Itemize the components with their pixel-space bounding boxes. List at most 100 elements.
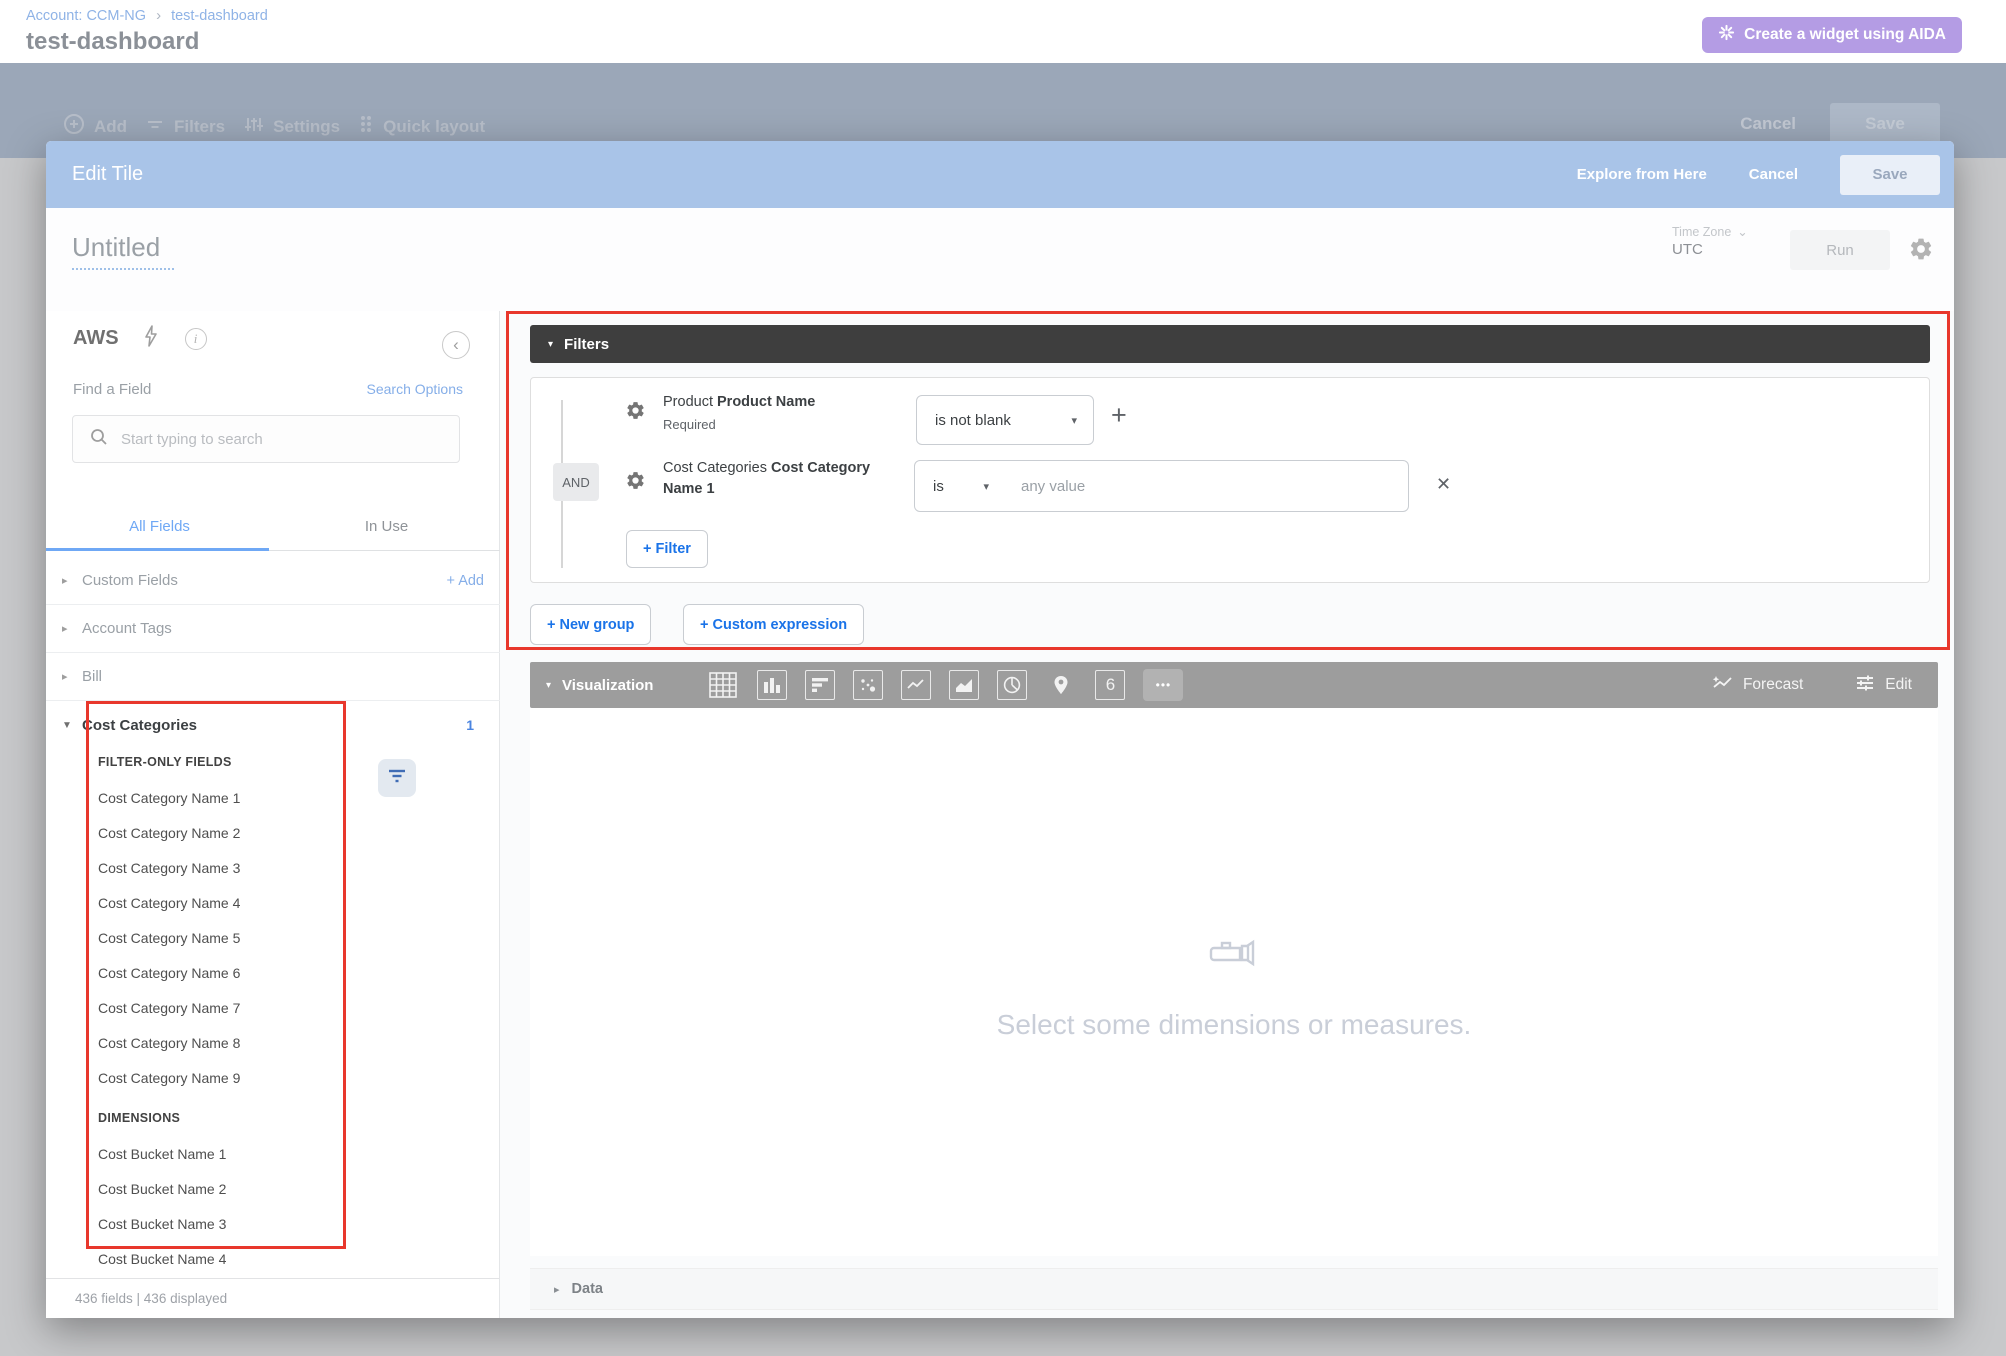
section-label: Bill: [82, 668, 102, 685]
filter-required-note: Required: [663, 415, 815, 435]
logic-and-chip[interactable]: AND: [553, 463, 599, 501]
caret-right-icon: ▸: [554, 1283, 560, 1296]
field-item[interactable]: Cost Bucket Name 1: [98, 1137, 348, 1172]
collapse-sidebar-button[interactable]: ‹: [442, 331, 470, 359]
toolbar-add-label: Add: [94, 117, 127, 137]
modal-title: Edit Tile: [72, 163, 143, 186]
dimension-field-list: Cost Bucket Name 1Cost Bucket Name 2Cost…: [98, 1137, 348, 1277]
dashboard-cancel-button[interactable]: Cancel: [1740, 114, 1796, 134]
bar-chart-viz-icon[interactable]: [805, 670, 835, 700]
add-filter-button[interactable]: + Filter: [626, 530, 708, 568]
toolbar-filters-label: Filters: [174, 117, 225, 137]
sidebar-section-bill[interactable]: ▸ Bill: [46, 653, 500, 701]
caret-down-icon: ▾: [548, 339, 553, 350]
caret-down-icon: ▼: [62, 720, 72, 731]
tab-all-fields[interactable]: All Fields: [46, 501, 273, 551]
dashboard-save-button[interactable]: Save: [1830, 103, 1940, 145]
timezone-selector[interactable]: Time Zone ⌄ UTC: [1672, 224, 1748, 258]
operator-dropdown-is-not-blank[interactable]: is not blank ▾: [916, 395, 1094, 445]
toolbar-settings-label: Settings: [273, 117, 340, 137]
field-item[interactable]: Cost Bucket Name 2: [98, 1172, 348, 1207]
forecast-label: Forecast: [1743, 676, 1803, 694]
run-button[interactable]: Run: [1790, 230, 1890, 270]
data-header-label: Data: [572, 1281, 603, 1297]
field-item[interactable]: Cost Category Name 6: [98, 956, 348, 991]
scatter-plot-viz-icon[interactable]: [853, 670, 883, 700]
sidebar-tabs: All Fields In Use: [46, 501, 500, 551]
field-item[interactable]: Cost Category Name 1: [98, 781, 348, 816]
more-viz-types-icon[interactable]: •••: [1143, 669, 1183, 701]
filter-funnel-icon: [387, 768, 407, 789]
map-pin-viz-icon[interactable]: [1045, 669, 1077, 701]
filter-only-field-list: Cost Category Name 1Cost Category Name 2…: [98, 781, 348, 1096]
field-item[interactable]: Cost Bucket Name 4: [98, 1242, 348, 1277]
info-icon[interactable]: i: [185, 328, 207, 350]
area-chart-viz-icon[interactable]: [949, 670, 979, 700]
caret-right-icon: ▸: [62, 574, 68, 587]
sidebar-section-custom-fields[interactable]: ▸ Custom Fields + Add: [46, 557, 500, 605]
aida-flower-icon: [1718, 24, 1735, 46]
filter-field-label: Cost Categories Cost Category Name 1: [663, 458, 891, 500]
field-search-box[interactable]: [72, 415, 460, 463]
tune-sliders-icon: [1855, 674, 1875, 697]
explore-source-name: AWS: [73, 327, 119, 350]
section-label: Custom Fields: [82, 572, 178, 589]
forecast-button[interactable]: Forecast: [1711, 674, 1803, 697]
query-settings-gear-icon[interactable]: [1908, 236, 1934, 267]
visualization-empty-state: Select some dimensions or measures.: [530, 708, 1938, 1256]
operator-dropdown-is[interactable]: is ▾: [914, 460, 1004, 512]
field-item[interactable]: Cost Category Name 2: [98, 816, 348, 851]
tile-name-input[interactable]: Untitled: [72, 232, 174, 270]
add-filter-value-button[interactable]: +: [1111, 400, 1127, 431]
filters-section-header[interactable]: ▾ Filters: [530, 325, 1930, 363]
breadcrumb-page-link[interactable]: test-dashboard: [171, 8, 268, 24]
field-item[interactable]: Cost Category Name 5: [98, 921, 348, 956]
breadcrumb-account-link[interactable]: Account: CCM-NG: [26, 8, 146, 24]
sidebar-section-cost-categories[interactable]: ▼ Cost Categories 1: [46, 701, 500, 749]
toolbar-settings[interactable]: Settings: [243, 114, 340, 140]
search-options-link[interactable]: Search Options: [367, 381, 464, 397]
page-title: test-dashboard: [26, 28, 199, 56]
filter-gear-icon[interactable]: [625, 400, 646, 426]
data-section-header[interactable]: ▸ Data: [530, 1268, 1938, 1310]
new-group-button[interactable]: + New group: [530, 604, 651, 645]
visualization-header-label: Visualization: [562, 677, 653, 694]
field-item[interactable]: Cost Category Name 9: [98, 1061, 348, 1096]
toolbar-add[interactable]: Add: [63, 113, 127, 140]
tab-in-use[interactable]: In Use: [273, 501, 500, 551]
grid-dots-icon: [358, 114, 374, 139]
create-widget-aida-button[interactable]: Create a widget using AIDA: [1702, 17, 1962, 53]
active-filter-chip[interactable]: [378, 759, 416, 797]
field-item[interactable]: Cost Category Name 7: [98, 991, 348, 1026]
modal-save-button[interactable]: Save: [1840, 155, 1940, 195]
edit-viz-button[interactable]: Edit: [1855, 674, 1912, 697]
field-item[interactable]: Cost Category Name 4: [98, 886, 348, 921]
add-custom-field-link[interactable]: + Add: [447, 573, 485, 589]
modal-cancel-button[interactable]: Cancel: [1749, 166, 1798, 183]
remove-filter-icon[interactable]: ✕: [1436, 474, 1451, 495]
column-chart-viz-icon[interactable]: [757, 670, 787, 700]
single-value-viz-icon[interactable]: 6: [1095, 670, 1125, 700]
pie-chart-viz-icon[interactable]: [997, 670, 1027, 700]
field-item[interactable]: Cost Category Name 3: [98, 851, 348, 886]
field-item[interactable]: Cost Bucket Name 3: [98, 1207, 348, 1242]
search-input[interactable]: [121, 431, 447, 448]
explore-from-here-link[interactable]: Explore from Here: [1577, 166, 1707, 183]
search-icon: [89, 427, 109, 452]
table-viz-icon[interactable]: [707, 669, 739, 701]
custom-expression-button[interactable]: + Custom expression: [683, 604, 864, 645]
filter-value-input[interactable]: [1003, 460, 1409, 512]
modal-header: Edit Tile Explore from Here Cancel Save: [46, 141, 1954, 208]
active-tab-underline: [46, 548, 269, 551]
add-circle-icon: [63, 113, 85, 140]
forecast-sparkle-icon: [1711, 674, 1733, 697]
line-chart-viz-icon[interactable]: [901, 670, 931, 700]
edit-tile-modal: Edit Tile Explore from Here Cancel Save …: [46, 141, 1954, 1318]
toolbar-quick-layout[interactable]: Quick layout: [358, 114, 485, 139]
toolbar-filters[interactable]: Filters: [145, 114, 225, 139]
visualization-section-header[interactable]: ▾ Visualization: [546, 677, 653, 694]
filter-gear-icon[interactable]: [625, 470, 646, 496]
sidebar-section-account-tags[interactable]: ▸ Account Tags: [46, 605, 500, 653]
query-main-panel: ▾ Filters Product Product Name Required: [500, 311, 1954, 1318]
field-item[interactable]: Cost Category Name 8: [98, 1026, 348, 1061]
